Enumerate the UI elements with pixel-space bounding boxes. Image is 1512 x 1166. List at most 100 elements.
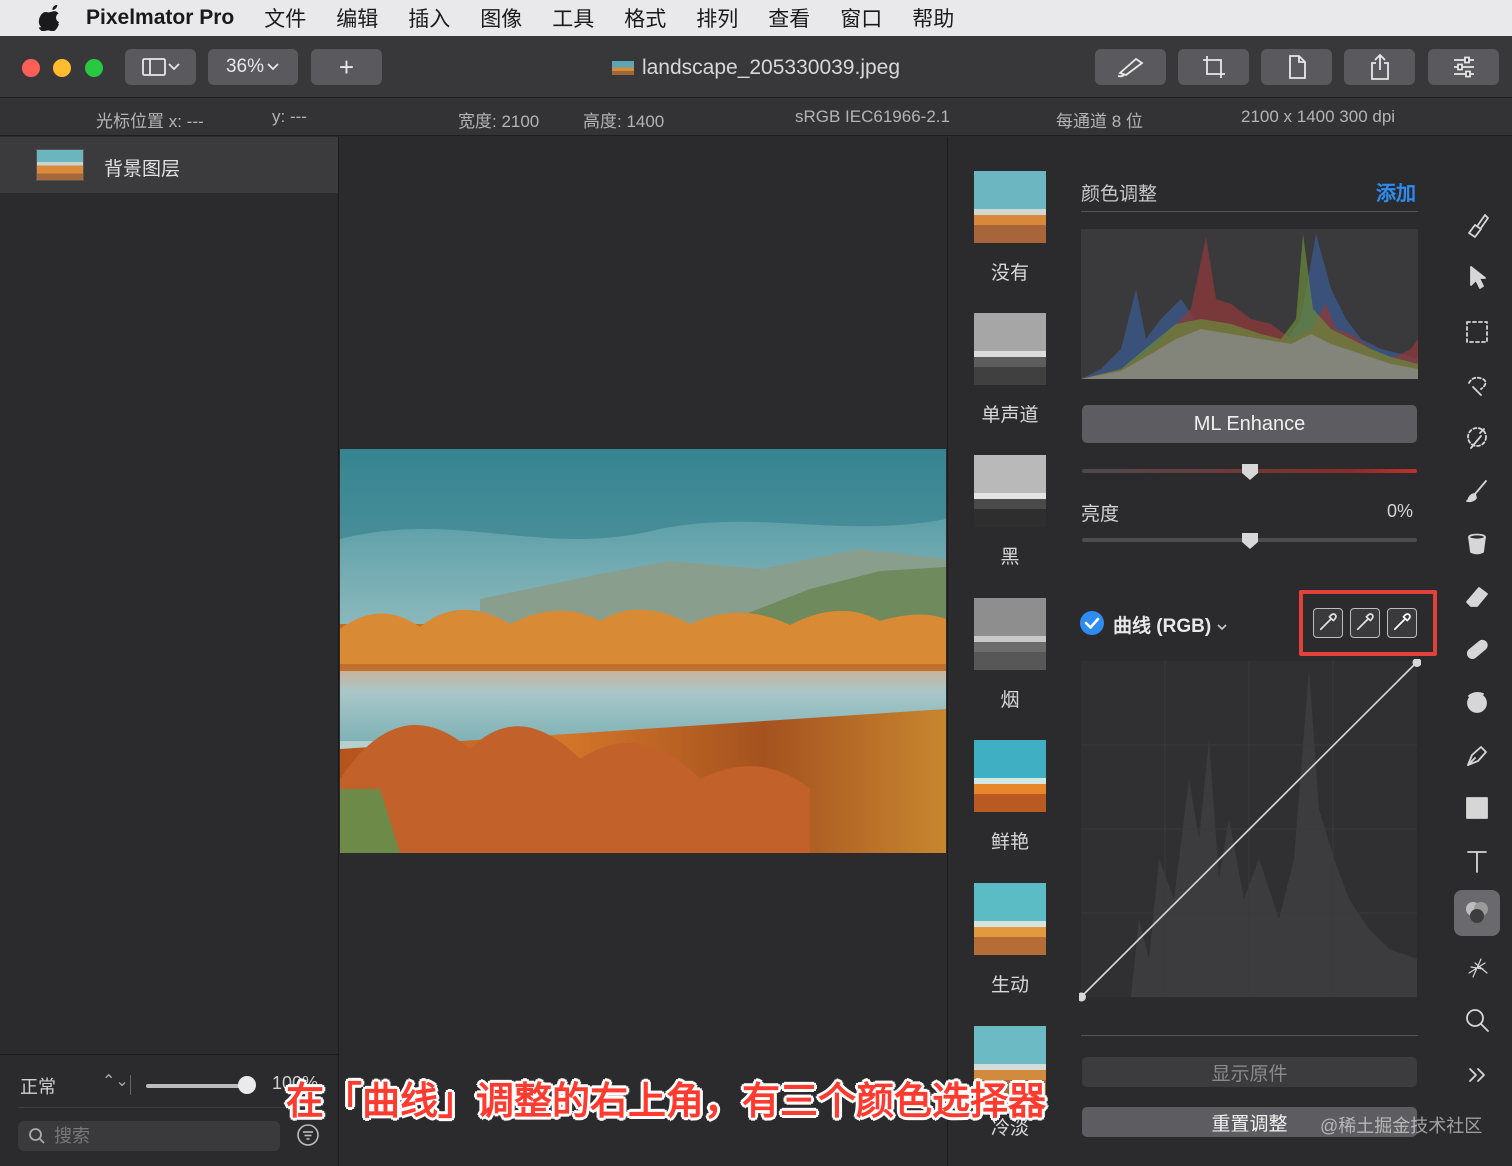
- menu-image[interactable]: 图像: [480, 3, 522, 33]
- curves-channel-select[interactable]: 曲线 (RGB): [1113, 611, 1228, 638]
- adjustments-toggle-button[interactable]: [1428, 49, 1499, 85]
- image-resolution: 2100 x 1400 300 dpi: [1241, 107, 1396, 126]
- style-tool[interactable]: [1457, 205, 1497, 245]
- distort-circle-icon: [1467, 691, 1487, 713]
- paint-brush-icon: [1468, 214, 1489, 238]
- menu-file[interactable]: 文件: [264, 3, 306, 33]
- menu-format[interactable]: 格式: [624, 3, 666, 33]
- menu-tools[interactable]: 工具: [552, 3, 594, 33]
- updown-chevron-icon[interactable]: ⌃⌄: [102, 1071, 129, 1091]
- add-adjustment-button[interactable]: 添加: [1376, 177, 1416, 206]
- chevron-down-icon: [1217, 624, 1228, 631]
- sliders-icon: [1453, 56, 1474, 78]
- preset-smoke[interactable]: 烟: [974, 598, 1046, 712]
- app-menu[interactable]: Pixelmator Pro: [86, 6, 234, 30]
- brush-icon: [1466, 480, 1487, 503]
- paint-bucket-icon: [1468, 533, 1486, 555]
- distort-tool[interactable]: [1457, 682, 1497, 722]
- white-point-picker[interactable]: [1387, 608, 1417, 638]
- preset-thumbnail: [974, 313, 1046, 385]
- markup-button[interactable]: [1095, 49, 1166, 85]
- cursor-x-readout: 光标位置 x: ---: [96, 112, 204, 131]
- bit-depth: 每通道 8 位: [1056, 112, 1143, 131]
- document-thumbnail-icon: [611, 61, 634, 75]
- eyedropper-icon: [1356, 613, 1374, 631]
- share-icon: [1370, 53, 1389, 80]
- preset-lively[interactable]: 生动: [974, 883, 1046, 997]
- export-button[interactable]: [1261, 49, 1332, 85]
- opacity-slider-knob[interactable]: [238, 1076, 256, 1094]
- text-icon: [1467, 851, 1487, 873]
- preset-label: 没有: [990, 263, 1029, 284]
- canvas-area[interactable]: [340, 137, 946, 1166]
- preset-thumbnail: [974, 740, 1046, 812]
- search-input[interactable]: [54, 1125, 274, 1147]
- preset-label: 烟: [1000, 690, 1020, 711]
- color-picker-highlight: [1299, 590, 1437, 656]
- gray-point-picker[interactable]: [1350, 608, 1380, 638]
- tools-panel: [1445, 137, 1512, 1166]
- preset-label: 鲜艳: [990, 832, 1029, 853]
- show-original-button[interactable]: 显示原件: [1082, 1057, 1417, 1087]
- window-toolbar: 36% + landscape_205330039.jpeg: [0, 36, 1512, 98]
- crop-button[interactable]: [1178, 49, 1249, 85]
- tutorial-caption: 在「曲线」调整的右上角，有三个颜色选择器: [286, 1081, 1047, 1123]
- selection-brush-tool[interactable]: [1457, 365, 1497, 405]
- effects-tool[interactable]: [1457, 947, 1497, 987]
- landscape-photo[interactable]: [340, 449, 946, 853]
- ml-enhance-button[interactable]: ML Enhance: [1082, 405, 1417, 443]
- divider: [1081, 211, 1418, 212]
- menu-edit[interactable]: 编辑: [336, 3, 378, 33]
- lasso-icon: [1468, 376, 1487, 396]
- menu-insert[interactable]: 插入: [408, 3, 450, 33]
- marquee-select-icon: [1466, 321, 1488, 343]
- brightness-slider-knob[interactable]: [1241, 532, 1259, 550]
- enhance-slider-knob[interactable]: [1241, 463, 1259, 481]
- curves-graph[interactable]: [1079, 659, 1421, 1003]
- brightness-value[interactable]: 0%: [1387, 501, 1413, 522]
- presets-panel: 没有 单声道 黑 烟 鲜艳 生动 冷淡: [947, 137, 1063, 1166]
- preset-label: 生动: [990, 975, 1029, 996]
- image-height: 高度: 1400: [583, 112, 665, 131]
- eyedropper-icon: [1393, 613, 1411, 631]
- fill-tool[interactable]: [1457, 523, 1497, 563]
- preset-label: 黑: [1000, 547, 1020, 568]
- opacity-slider[interactable]: [146, 1084, 246, 1088]
- eraser-icon: [1466, 587, 1488, 607]
- menu-help[interactable]: 帮助: [912, 3, 954, 33]
- preset-black[interactable]: 黑: [974, 455, 1046, 569]
- layer-search-box[interactable]: [18, 1121, 280, 1151]
- checkmark-icon: [1084, 617, 1100, 629]
- arrange-tool[interactable]: [1457, 257, 1497, 297]
- erase-tool[interactable]: [1457, 576, 1497, 616]
- menu-arrange[interactable]: 排列: [696, 3, 738, 33]
- black-point-picker[interactable]: [1313, 608, 1343, 638]
- preset-mono[interactable]: 单声道: [974, 313, 1046, 427]
- select-tool[interactable]: [1457, 312, 1497, 352]
- magic-wand-icon: [1467, 427, 1487, 449]
- retouch-tool[interactable]: [1457, 629, 1497, 669]
- preset-vivid[interactable]: 鲜艳: [974, 740, 1046, 854]
- shape-tool[interactable]: [1457, 788, 1497, 828]
- color-adjust-tool[interactable]: [1454, 890, 1500, 936]
- menu-bar: Pixelmator Pro 文件 编辑 插入 图像 工具 格式 排列 查看 窗…: [0, 0, 1512, 36]
- menu-window[interactable]: 窗口: [840, 3, 882, 33]
- pen-tool[interactable]: [1457, 735, 1497, 775]
- type-tool[interactable]: [1457, 841, 1497, 881]
- more-tools-button[interactable]: [1457, 1055, 1497, 1095]
- blend-mode-select[interactable]: 正常: [20, 1073, 56, 1099]
- info-bar: 光标位置 x: --- y: --- 宽度: 2100 高度: 1400 sRG…: [0, 98, 1512, 136]
- zoom-tool[interactable]: [1457, 1000, 1497, 1040]
- divider: [1081, 1035, 1418, 1036]
- preset-none[interactable]: 没有: [974, 171, 1046, 285]
- paint-tool[interactable]: [1457, 471, 1497, 511]
- document-filename: landscape_205330039.jpeg: [641, 56, 901, 79]
- color-select-tool[interactable]: [1457, 418, 1497, 458]
- sparkle-icon: [1468, 958, 1488, 978]
- share-button[interactable]: [1344, 49, 1415, 85]
- apple-icon[interactable]: [32, 5, 66, 31]
- curves-enabled-checkbox[interactable]: [1080, 611, 1104, 635]
- menu-view[interactable]: 查看: [768, 3, 810, 33]
- filter-icon[interactable]: [296, 1123, 320, 1147]
- layer-item[interactable]: 背景图层: [0, 137, 338, 193]
